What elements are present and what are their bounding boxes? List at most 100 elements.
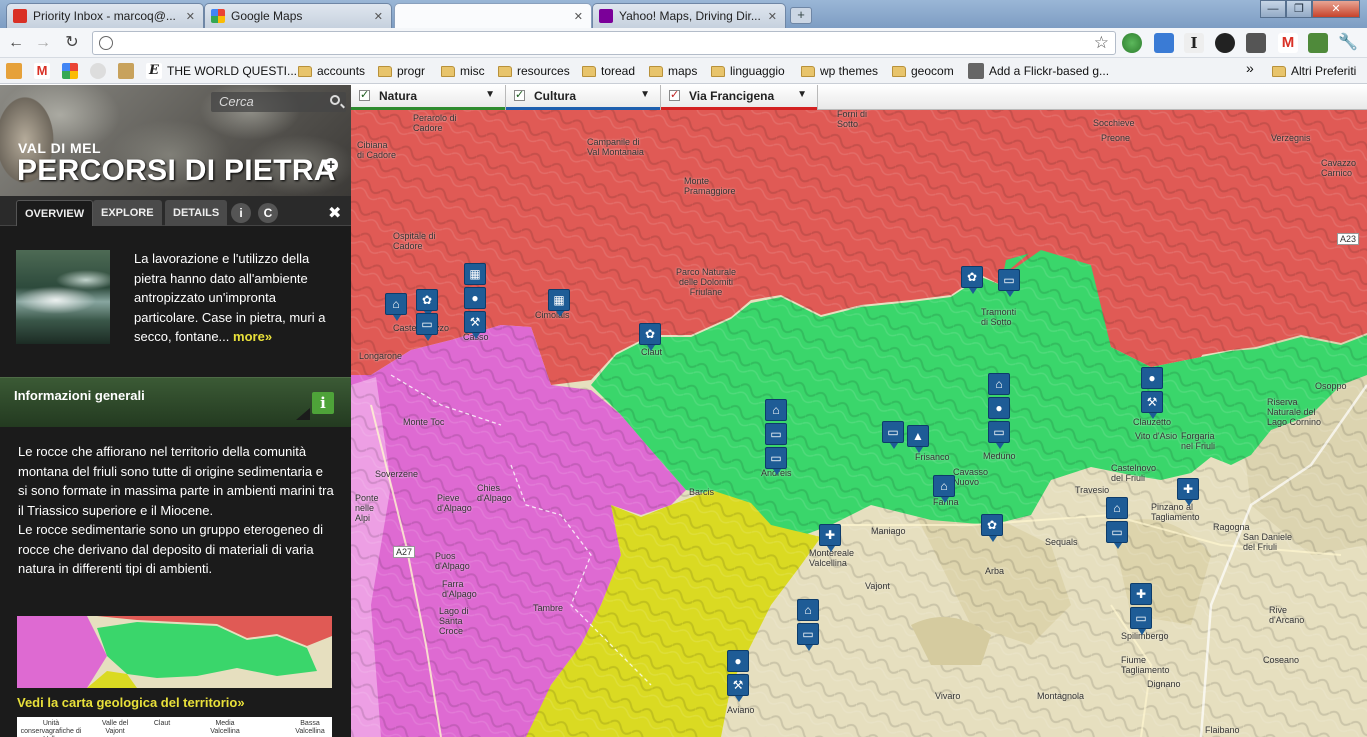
tab-details[interactable]: DETAILS <box>165 200 228 226</box>
bookmark-folder-maps[interactable]: maps <box>649 63 697 79</box>
house-marker-icon[interactable]: ▭ <box>416 313 438 341</box>
tools-marker-icon[interactable]: ⚒ <box>1141 391 1163 419</box>
back-button[interactable]: ← <box>5 33 27 53</box>
bookmark-star-icon[interactable]: ☆ <box>1094 33 1109 53</box>
layer-toggle-via-francigena[interactable]: ✓ Via Francigena ▼ <box>661 85 818 110</box>
new-tab-button[interactable]: + <box>790 7 812 24</box>
cross-marker-icon[interactable]: ✚ <box>819 524 841 552</box>
layer-checkbox[interactable]: ✓ <box>359 90 370 101</box>
expand-plus-icon[interactable]: + <box>324 157 338 172</box>
search-icon[interactable] <box>330 95 340 105</box>
gear-marker-icon[interactable]: ✿ <box>961 266 983 294</box>
window-maximize-button[interactable]: ❐ <box>1286 0 1312 18</box>
extension-screen-icon[interactable] <box>1154 33 1174 53</box>
bookmark-world-question[interactable]: E THE WORLD QUESTI... <box>146 63 297 79</box>
close-tab-icon[interactable]: ✕ <box>374 10 383 23</box>
extension-gear-icon[interactable] <box>1215 33 1235 53</box>
church-marker-icon[interactable]: ⌂ <box>1106 497 1128 519</box>
gear-marker-icon[interactable]: ✿ <box>416 289 438 317</box>
dropdown-arrow-icon[interactable]: ▼ <box>485 89 495 100</box>
gear-marker-icon[interactable]: ✿ <box>981 514 1003 542</box>
close-tab-icon[interactable]: ✕ <box>768 10 777 23</box>
bookmark-tool[interactable] <box>118 63 139 79</box>
tower-marker-icon[interactable]: ▲ <box>907 425 929 453</box>
close-tab-icon[interactable]: ✕ <box>186 10 195 23</box>
extension-globe-icon[interactable] <box>1122 33 1142 53</box>
map-canvas[interactable]: Perarolo di Cadore Cibiana di Cadore Osp… <box>351 85 1367 737</box>
gear-marker-icon[interactable]: ✿ <box>639 323 661 351</box>
bookmark-flickr[interactable]: Add a Flickr-based g... <box>968 63 1109 79</box>
house-marker-icon[interactable]: ▭ <box>998 269 1020 297</box>
church-marker-icon[interactable]: ⌂ <box>933 475 955 503</box>
house-marker-icon[interactable]: ▭ <box>882 421 904 449</box>
river-thumbnail-image[interactable] <box>16 250 110 344</box>
tools-marker-icon[interactable]: ⚒ <box>464 311 486 339</box>
bookmark-reddit[interactable] <box>90 63 111 79</box>
town-label: Ragogna <box>1213 522 1250 532</box>
house-marker-icon[interactable]: ▭ <box>765 423 787 445</box>
tab-overview[interactable]: OVERVIEW <box>16 200 94 226</box>
browser-tab-google-maps[interactable]: Google Maps ✕ <box>204 3 392 28</box>
layer-toggle-cultura[interactable]: ✓ Cultura ▼ <box>506 85 661 110</box>
close-tab-icon[interactable]: ✕ <box>574 10 583 23</box>
extension-tag-icon[interactable] <box>1246 33 1266 53</box>
bookmark-google[interactable] <box>62 63 83 79</box>
wall-marker-icon[interactable]: ▦ <box>464 263 486 285</box>
extension-gmail-icon[interactable]: M <box>1278 33 1298 53</box>
house-marker-icon[interactable]: ▭ <box>1130 607 1152 635</box>
church-marker-icon[interactable]: ⌂ <box>988 373 1010 395</box>
browser-tab-yahoo-maps[interactable]: Yahoo! Maps, Driving Dir... ✕ <box>592 3 786 28</box>
more-link[interactable]: more» <box>233 329 272 344</box>
stones-marker-icon[interactable]: ● <box>988 397 1010 419</box>
house-marker-icon[interactable]: ▭ <box>1106 521 1128 549</box>
window-close-button[interactable]: ✕ <box>1312 0 1360 18</box>
info-icon[interactable]: i <box>312 392 334 414</box>
church-marker-icon[interactable]: ⌂ <box>797 599 819 621</box>
reload-button[interactable]: ↻ <box>61 33 83 53</box>
layer-checkbox[interactable]: ✓ <box>669 90 680 101</box>
bookmark-photos[interactable] <box>6 63 27 79</box>
bookmark-other-favorites[interactable]: Altri Preferiti <box>1272 63 1356 79</box>
copyright-icon[interactable]: C <box>258 203 278 223</box>
bookmark-folder-linguaggio[interactable]: linguaggio <box>711 63 785 79</box>
bookmark-folder-wp-themes[interactable]: wp themes <box>801 63 878 79</box>
bookmark-folder-progr[interactable]: progr <box>378 63 425 79</box>
stones-marker-icon[interactable]: ● <box>464 287 486 309</box>
geological-map-thumbnail[interactable] <box>17 616 332 688</box>
bookmark-folder-geocom[interactable]: geocom <box>892 63 954 79</box>
extension-evernote-icon[interactable] <box>1308 33 1328 53</box>
search-input[interactable]: Cerca <box>211 92 346 112</box>
dropdown-arrow-icon[interactable]: ▼ <box>797 89 807 100</box>
house-marker-icon[interactable]: ▭ <box>765 447 787 475</box>
cross-marker-icon[interactable]: ✚ <box>1177 478 1199 506</box>
layer-toggle-natura[interactable]: ✓ Natura ▼ <box>351 85 506 110</box>
stones-marker-icon[interactable]: ● <box>727 650 749 672</box>
dropdown-arrow-icon[interactable]: ▼ <box>640 89 650 100</box>
forward-button[interactable]: → <box>32 33 54 53</box>
tab-explore[interactable]: EXPLORE <box>93 200 162 226</box>
close-panel-icon[interactable]: ✖ <box>328 203 341 223</box>
bookmark-gmail[interactable]: M <box>34 63 55 79</box>
address-bar[interactable]: ☆ <box>92 31 1116 55</box>
window-minimize-button[interactable]: — <box>1260 0 1286 18</box>
house-marker-icon[interactable]: ▭ <box>988 421 1010 449</box>
church-marker-icon[interactable]: ⌂ <box>765 399 787 421</box>
geological-map-link[interactable]: Vedi la carta geologica del territorio» <box>17 695 245 710</box>
bookmarks-overflow-button[interactable]: » <box>1246 60 1254 76</box>
browser-tab-current[interactable]: ✕ <box>394 3 592 28</box>
church-marker-icon[interactable]: ⌂ <box>385 293 407 321</box>
tools-marker-icon[interactable]: ⚒ <box>727 674 749 702</box>
house-marker-icon[interactable]: ▭ <box>797 623 819 651</box>
browser-tab-gmail[interactable]: Priority Inbox - marcoq@... ✕ <box>6 3 204 28</box>
cross-marker-icon[interactable]: ✚ <box>1130 583 1152 605</box>
wrench-icon[interactable]: 🔧 <box>1338 33 1358 53</box>
bookmark-folder-resources[interactable]: resources <box>498 63 570 79</box>
bookmark-folder-toread[interactable]: toread <box>582 63 635 79</box>
info-icon[interactable]: i <box>231 203 251 223</box>
wall-marker-icon[interactable]: ▦ <box>548 289 570 317</box>
layer-checkbox[interactable]: ✓ <box>514 90 525 101</box>
stones-marker-icon[interactable]: ● <box>1141 367 1163 389</box>
extension-info-icon[interactable]: I <box>1184 33 1204 53</box>
bookmark-folder-misc[interactable]: misc <box>441 63 485 79</box>
bookmark-folder-accounts[interactable]: accounts <box>298 63 365 79</box>
